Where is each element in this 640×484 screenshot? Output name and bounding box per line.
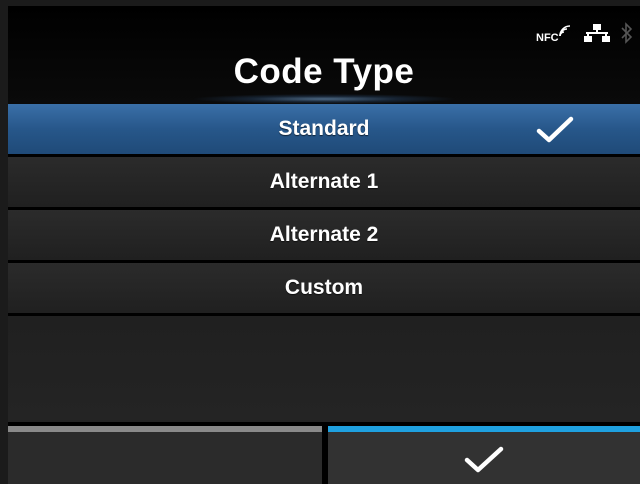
- softkey-left-button[interactable]: [8, 426, 322, 484]
- list-item-label: Alternate 2: [269, 223, 379, 246]
- list-item-standard[interactable]: Standard: [8, 104, 640, 154]
- list-item-label: Custom: [284, 276, 364, 299]
- list-item-alternate-2[interactable]: Alternate 2: [8, 210, 640, 260]
- page-title: Code Type: [233, 52, 415, 91]
- list-item-custom[interactable]: Custom: [8, 263, 640, 313]
- option-list: Standard Alternate 1 Alternate 2 Custom: [8, 104, 640, 316]
- softkey-bar: [8, 426, 640, 484]
- network-icon: [584, 24, 610, 42]
- nfc-label: NFC: [536, 32, 559, 44]
- list-item-label: Alternate 1: [269, 170, 379, 193]
- bluetooth-icon: [621, 22, 633, 44]
- screen: NFC Code Type Standard Alternate 1 Alter…: [8, 6, 640, 484]
- softkey-confirm-button[interactable]: [328, 426, 640, 484]
- list-item-label: Standard: [278, 117, 370, 140]
- title-underline-glow: [194, 94, 454, 104]
- header: NFC Code Type: [8, 6, 640, 104]
- check-icon: [536, 116, 574, 143]
- list-item-alternate-1[interactable]: Alternate 1: [8, 157, 640, 207]
- list-empty-area: [8, 316, 640, 422]
- check-icon: [464, 446, 504, 473]
- nfc-icon: NFC: [536, 25, 571, 44]
